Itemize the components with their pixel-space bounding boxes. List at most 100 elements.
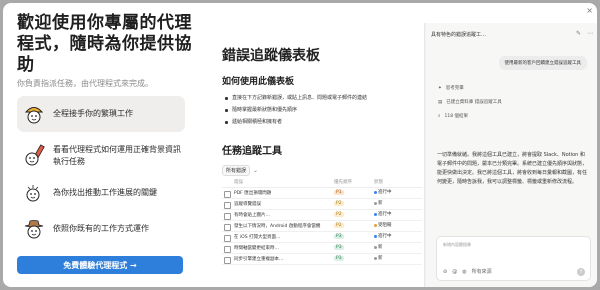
priority-cell: P3	[334, 231, 374, 243]
feature-item-context[interactable]: 看看代理程式如何運用正確背景資訊執行任務	[17, 138, 185, 174]
feature-label: 看看代理程式如何運用正確背景資訊執行任務	[53, 145, 181, 166]
priority-badge: P2	[334, 212, 344, 217]
howto-heading: 如何使用此儀表板	[222, 77, 295, 87]
cowboy-hat-face-icon	[17, 212, 51, 246]
status-badge: 進行中	[374, 233, 392, 239]
priority-badge: P1	[334, 190, 344, 195]
onboarding-modal: × 歡迎使用你專屬的代理程式，隨時為你提供協助 你負責指派任務，由代理程式來完成…	[3, 3, 597, 287]
status-cell: 進行中	[374, 209, 422, 221]
chevron-down-icon[interactable]: ⌄	[253, 167, 258, 174]
column-header[interactable]: 錯誤	[222, 177, 334, 188]
status-dot-icon	[374, 212, 377, 216]
pencil-face-icon	[17, 139, 51, 173]
status-dot-icon	[374, 234, 377, 238]
view-chip-all-bugs[interactable]: 所有錯誤	[222, 165, 251, 176]
intro-panel: 歡迎使用你專屬的代理程式，隨時為你提供協助 你負責指派任務，由代理程式來完成。 …	[3, 3, 199, 287]
agent-chat-panel: 具有特色的錯誤追蹤工… ✎ ⋯ 使用最新的客戶回饋建立錯誤追蹤工具 ✦ 思考完畢 …	[426, 23, 597, 287]
source-label[interactable]: 所有來源	[472, 268, 492, 275]
priority-badge: P3	[334, 245, 344, 250]
status-cell: 新	[374, 242, 422, 254]
bug-name[interactable]: PDF 匯出損壞問題	[222, 187, 334, 199]
user-message: 使用最新的客戶回饋建立錯誤追蹤工具	[498, 56, 587, 70]
sparkle-icon: ✦	[438, 85, 442, 91]
status-dot-icon	[374, 223, 377, 227]
status-label: 新	[378, 256, 383, 262]
priority-cell: P2	[334, 198, 374, 210]
close-icon[interactable]: ×	[586, 6, 593, 15]
status-badge: 新	[374, 200, 383, 206]
agent-response: 一切準備就緒。我將這個工具已建立，將會提取 Slack、Notion 和電子郵件…	[437, 152, 588, 185]
step-label: 思考完畢	[445, 86, 464, 91]
bug-name[interactable]: 有時會貼上圖片…	[222, 209, 334, 221]
status-badge: 新	[374, 244, 383, 250]
chat-title: 具有特色的錯誤追蹤工…	[431, 32, 487, 38]
feature-item-handle-work[interactable]: 全程接手你的繁瑣工作	[17, 96, 185, 132]
try-agent-button[interactable]: 免費體驗代理程式 →	[17, 256, 183, 274]
bug-name[interactable]: 發生以下情況時，Android 啟動程序會當機	[222, 220, 334, 232]
column-header[interactable]: 優先順序	[334, 177, 374, 188]
table-row[interactable]: 發生以下情況時，Android 啟動程序會當機 P2 受阻礙	[222, 220, 422, 232]
step-label: 已建立資料庫 錯誤追蹤工具	[446, 100, 502, 105]
page-title: 歡迎使用你專屬的代理程式，隨時為你提供協助	[17, 13, 192, 75]
status-badge: 新	[374, 255, 383, 261]
page-subtitle: 你負責指派任務，由代理程式來完成。	[17, 79, 153, 88]
priority-cell: P3	[334, 242, 374, 254]
status-badge: 進行中	[374, 189, 392, 195]
feature-label: 為你找出推動工作進展的關鍵	[53, 188, 157, 197]
priority-cell: P3	[334, 253, 374, 265]
document-preview: 錯誤追蹤儀表板 如何使用此儀表板 直接在下方記錄新錯誤，或貼上訊息、問題或電子郵…	[199, 23, 425, 287]
column-header[interactable]: 狀態	[374, 177, 422, 188]
bug-name[interactable]: 追蹤導覽錯誤	[222, 198, 334, 210]
table-row[interactable]: 時間軸當變更結束時… P3 新	[222, 242, 422, 254]
status-label: 進行中	[378, 190, 392, 196]
priority-badge: P2	[334, 223, 344, 228]
table-row[interactable]: 在 iOS 打開大型頁面… P3 進行中	[222, 231, 422, 243]
status-cell: 新	[374, 198, 422, 210]
status-label: 新	[378, 201, 383, 207]
search-icon: ⌕	[438, 114, 441, 119]
priority-cell: P2	[334, 209, 374, 221]
document-icon: ▤	[438, 99, 443, 105]
status-cell: 受阻礙	[374, 220, 422, 232]
status-dot-icon	[374, 256, 377, 260]
step-found: ⌕ 118 個結果	[438, 113, 468, 119]
hard-hat-face-icon	[17, 97, 51, 131]
status-badge: 受阻礙	[374, 222, 392, 228]
status-label: 進行中	[378, 234, 392, 240]
chat-composer[interactable]: 新增內容聽搜尋 ⊘ @ ◍ 所有來源 ↑	[436, 236, 591, 281]
globe-icon[interactable]: ◍	[462, 269, 466, 275]
bug-table: 錯誤 優先順序 狀態 PDF 匯出損壞問題 P1 進行中 追蹤導覽錯誤 P2 新有時會貼上…	[222, 177, 422, 265]
status-cell: 新	[374, 253, 422, 265]
more-icon[interactable]: ⋯	[587, 30, 593, 37]
doc-title: 錯誤追蹤儀表板	[222, 48, 320, 64]
status-label: 進行中	[378, 212, 392, 218]
feature-item-key-progress[interactable]: 為你找出推動工作進展的關鍵	[17, 175, 185, 211]
feature-label: 全程接手你的繁瑣工作	[53, 109, 133, 118]
magnifier-face-icon	[17, 176, 51, 210]
priority-badge: P3	[334, 234, 344, 239]
edit-icon[interactable]: ✎	[576, 30, 581, 37]
table-row[interactable]: PDF 匯出損壞問題 P1 進行中	[222, 187, 422, 199]
table-row[interactable]: 追蹤導覽錯誤 P2 新	[222, 198, 422, 210]
status-label: 受阻礙	[378, 223, 392, 229]
table-row[interactable]: 同步引擎建立重複副本… P3 新	[222, 253, 422, 265]
status-label: 新	[378, 245, 383, 251]
table-row[interactable]: 有時會貼上圖片… P2 進行中	[222, 209, 422, 221]
status-dot-icon	[374, 245, 377, 249]
bug-name[interactable]: 同步引擎建立重複副本…	[222, 253, 334, 265]
send-icon[interactable]: ↑	[577, 268, 585, 276]
status-cell: 進行中	[374, 187, 422, 199]
bug-name[interactable]: 時間軸當變更結束時…	[222, 242, 334, 254]
tracker-heading: 任務追蹤工具	[222, 146, 282, 157]
bug-name[interactable]: 在 iOS 打開大型頁面…	[222, 231, 334, 243]
status-dot-icon	[374, 201, 377, 205]
feature-label: 依照你既有的工作方式運作	[53, 224, 149, 233]
mention-icon[interactable]: @	[452, 269, 457, 275]
step-label: 118 個結果	[444, 114, 469, 119]
feature-item-your-way[interactable]: 依照你既有的工作方式運作	[17, 211, 185, 247]
list-item: 直接在下方記錄新錯誤，或貼上訊息、問題或電子郵件的連結	[225, 92, 367, 104]
attach-icon[interactable]: ⊘	[443, 269, 447, 275]
add-context-label[interactable]: 新增內容聽搜尋	[443, 242, 471, 248]
priority-badge: P2	[334, 201, 344, 206]
priority-badge: P3	[334, 256, 344, 261]
